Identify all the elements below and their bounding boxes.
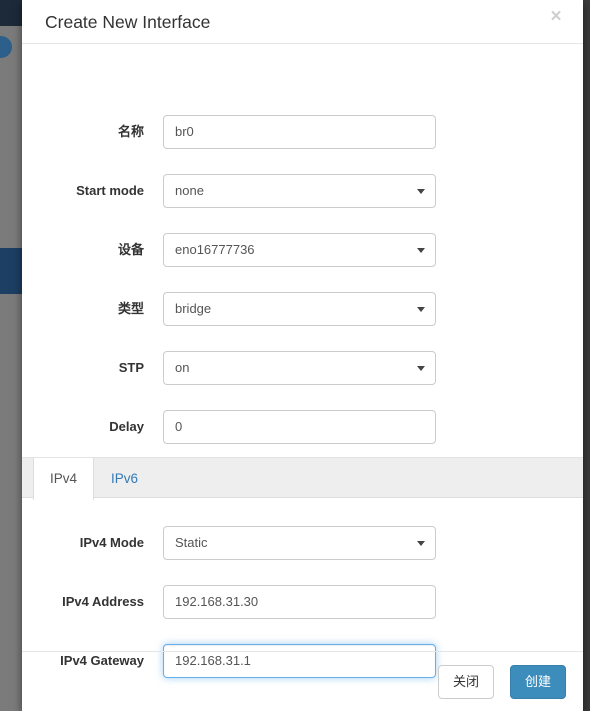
select-value-stp[interactable]: on [163,351,436,385]
select-value-ipv4-mode[interactable]: Static [163,526,436,560]
close-button[interactable]: 关闭 [437,665,494,699]
ip-version-tabs: IPv4 IPv6 [22,457,583,500]
label-field: 设备 [117,242,144,257]
label-delay: Delay [109,419,144,434]
background-topbar [0,0,22,26]
form-row-stp: STP on [22,351,583,385]
select-field[interactable]: bridge [163,292,436,326]
label-field: 名称 [117,124,144,139]
form-row-ipv4-mode: IPv4 Mode Static [22,526,583,560]
select-start-mode[interactable]: none [163,174,436,208]
form-row-field: 类型 bridge [22,292,583,326]
dialog-title: Create New Interface [45,12,211,32]
dialog-body: 名称 br0 Start mode none 设备 eno16777736 类型 bridge… [22,44,583,678]
select-ipv4-mode[interactable]: Static [163,526,436,560]
select-value-field[interactable]: eno16777736 [163,233,436,267]
create-button[interactable]: 创建 [509,665,566,699]
close-icon[interactable]: × [545,6,567,28]
label-stp: STP [118,360,144,375]
tab-ipv4[interactable]: IPv4 [33,458,95,500]
input-ipv4-address[interactable]: 192.168.31.30 [163,585,436,619]
form-row-ipv4-address: IPv4 Address 192.168.31.30 [22,585,583,619]
dialog-footer: 关闭 创建 [22,651,583,711]
tab-ipv6[interactable]: IPv6 [95,458,154,499]
background-right-strip [583,0,590,711]
form-row-start-mode: Start mode none [22,174,583,208]
label-ipv4-mode: IPv4 Mode [79,535,144,550]
form-row-field: 设备 eno16777736 [22,233,583,267]
select-value-start-mode[interactable]: none [163,174,436,208]
select-value-field[interactable]: bridge [163,292,436,326]
input-field[interactable]: br0 [163,115,436,149]
select-stp[interactable]: on [163,351,436,385]
label-start-mode: Start mode [76,183,144,198]
create-new-interface-dialog: Create New Interface × 名称 br0 Start mode no… [22,0,583,711]
label-ipv4-address: IPv4 Address [62,594,144,609]
background-sidebar-item [0,248,22,294]
background-avatar-icon [0,36,12,58]
select-field[interactable]: eno16777736 [163,233,436,267]
label-field: 类型 [117,301,144,316]
form-row-field: 名称 br0 [22,115,583,149]
input-delay[interactable]: 0 [163,410,436,444]
form-row-delay: Delay 0 [22,410,583,444]
dialog-header: Create New Interface × [22,0,583,44]
